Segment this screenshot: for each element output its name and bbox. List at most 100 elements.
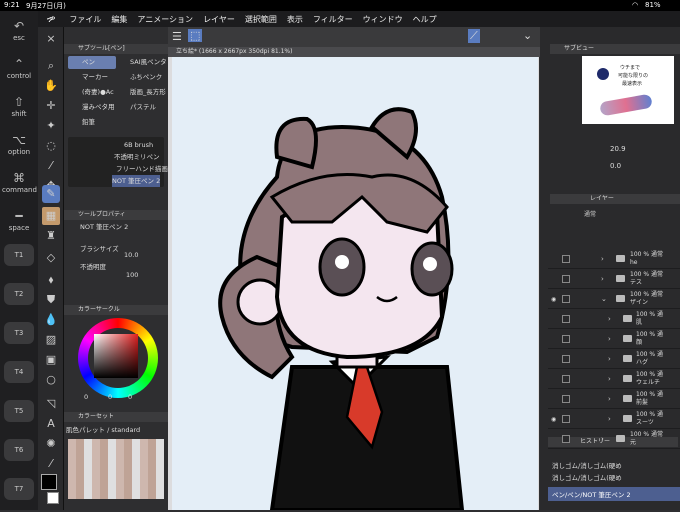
chevron-right-icon[interactable]: › <box>608 315 611 323</box>
command-key[interactable]: ⌘ command <box>2 171 37 194</box>
shift-key[interactable]: ⇧ shift <box>2 95 36 118</box>
hand-icon[interactable]: ✋ <box>42 77 60 95</box>
chevron-right-icon[interactable]: › <box>608 355 611 363</box>
layer-row[interactable]: › 100 % 通肌 <box>548 310 680 329</box>
snap-icon[interactable]: ⟋ <box>468 29 480 43</box>
layer-row[interactable]: › 100 % 通ハグ <box>548 350 680 369</box>
app-logo-icon[interactable]: ዏ <box>47 14 55 25</box>
menu-animation[interactable]: アニメーション <box>137 14 193 25</box>
space-key[interactable]: ━ space <box>2 209 36 232</box>
document-tab[interactable]: 立ち絵* (1666 x 2667px 350dpi 81.1%) <box>168 47 540 57</box>
chevron-right-icon[interactable]: › <box>601 275 604 283</box>
drop-icon[interactable]: 💧 <box>42 311 60 329</box>
t3-button[interactable]: T3 <box>4 322 34 344</box>
subtool-item[interactable]: SAI風ペンタ <box>116 56 167 68</box>
subtool-item[interactable]: ふちペンク <box>116 71 162 83</box>
menu-window[interactable]: ウィンドウ <box>363 14 403 25</box>
layer-row[interactable]: › 100 % 通顔 <box>548 330 680 349</box>
t6-button[interactable]: T6 <box>4 439 34 461</box>
chevron-right-icon[interactable]: › <box>601 255 604 263</box>
nav-angle-value[interactable]: 0.0 <box>610 162 621 170</box>
layer-row[interactable]: › 100 % 通前髪 <box>548 390 680 409</box>
menu-edit[interactable]: 編集 <box>111 14 127 25</box>
t4-button[interactable]: T4 <box>4 361 34 383</box>
subtool-item[interactable]: (奇妻)●Ac <box>68 86 114 98</box>
pen-tool-icon[interactable]: ✎ <box>42 185 60 203</box>
eyedropper-icon[interactable]: ⁄ <box>42 157 60 175</box>
chevron-down-icon[interactable]: ⌄ <box>601 295 607 303</box>
layer-row[interactable]: › 100 % 通常元 <box>548 430 680 449</box>
gradient-icon[interactable]: ▨ <box>42 331 60 349</box>
eraser-icon[interactable]: ◇ <box>42 249 60 267</box>
subtool-item[interactable]: マーカー <box>68 71 108 83</box>
text-icon[interactable]: A <box>42 415 60 433</box>
chevron-right-icon[interactable]: › <box>601 435 604 443</box>
menu-view[interactable]: 表示 <box>287 14 303 25</box>
layer-row[interactable]: › 100 % 通常 he <box>548 250 680 269</box>
colorset-name[interactable]: 肌色パレット / standard <box>64 424 140 436</box>
subtool-item[interactable]: パステル <box>116 101 156 113</box>
chevron-down-icon[interactable]: ⌄ <box>523 29 532 42</box>
brush-thumb-icon[interactable]: ▦ <box>42 207 60 225</box>
saturation-square[interactable] <box>94 334 138 378</box>
main-color-swatch[interactable] <box>41 474 57 490</box>
wand-icon[interactable]: ✦ <box>42 117 60 135</box>
select-icon[interactable]: ⬚ <box>188 29 203 42</box>
subtool-item[interactable]: 版画_長方形 <box>116 86 166 98</box>
subtool-item[interactable]: ペン <box>68 56 95 68</box>
history-item[interactable]: 消しゴム/消しゴム(硬め <box>552 460 622 470</box>
command-icon: ⌘ <box>13 171 25 185</box>
menu-filter[interactable]: フィルター <box>313 14 353 25</box>
sub-color-swatch[interactable] <box>47 492 59 504</box>
fill-icon[interactable]: ⛊ <box>42 291 60 309</box>
t5-button[interactable]: T5 <box>4 400 34 422</box>
subtool-item[interactable]: 漫みペタ用 <box>68 101 115 113</box>
option-key[interactable]: ⌥ option <box>2 133 36 156</box>
lasso-icon[interactable]: ◌ <box>42 137 60 155</box>
colorset-swatches[interactable] <box>68 439 164 499</box>
menu-layer[interactable]: レイヤー <box>203 14 235 25</box>
ellipse-icon[interactable]: ○ <box>42 371 60 389</box>
chevron-right-icon[interactable]: › <box>608 375 611 383</box>
menu-file[interactable]: ファイル <box>69 14 101 25</box>
eye-icon[interactable]: ◉ <box>551 296 557 303</box>
close-icon[interactable]: × <box>42 30 60 48</box>
layer-row[interactable]: › 100 % 通常 テス <box>548 270 680 289</box>
subview-image[interactable]: ウチまで 可能な限りの 最速表示 <box>582 56 674 124</box>
chevron-right-icon[interactable]: › <box>608 395 611 403</box>
chevron-right-icon[interactable]: › <box>608 335 611 343</box>
layer-row[interactable]: ◉ ⌄ 100 % 通常 ザイン <box>548 290 680 309</box>
menu-selection[interactable]: 選択範囲 <box>245 14 277 25</box>
frame-icon[interactable]: ◹ <box>42 395 60 413</box>
nav-zoom-value[interactable]: 20.9 <box>610 145 626 153</box>
opacity-value[interactable]: 100 <box>126 269 138 281</box>
history-item[interactable]: 消しゴム/消しゴム(硬め <box>552 472 622 482</box>
document-canvas[interactable] <box>172 57 538 512</box>
balloon-icon[interactable]: ✺ <box>42 435 60 453</box>
t7-button[interactable]: T7 <box>4 478 34 500</box>
blend-icon[interactable]: ⬧ <box>42 271 60 289</box>
move-icon[interactable]: ✛ <box>42 97 60 115</box>
eye-icon[interactable]: ◉ <box>551 416 557 423</box>
zoom-icon[interactable]: ⌕ <box>42 57 60 75</box>
brush-item-selected[interactable]: NOT 筆圧ペン 2 <box>112 175 161 187</box>
brush-item[interactable]: フリーハンド描画 <box>116 163 168 175</box>
brush-item[interactable]: 不透明ミリペン <box>114 151 160 163</box>
subtool-item[interactable]: 鉛筆 <box>68 116 95 128</box>
control-key[interactable]: ⌃ control <box>2 57 36 80</box>
shape-icon[interactable]: ▣ <box>42 351 60 369</box>
airbrush-icon[interactable]: ♜ <box>42 227 60 245</box>
layer-row[interactable]: ◉ › 100 % 通スーツ <box>548 410 680 429</box>
brush-item[interactable]: 6B brush <box>124 139 153 151</box>
brush-size-value[interactable]: 10.0 <box>124 249 138 261</box>
menu-icon[interactable]: ☰ <box>172 30 182 43</box>
t1-button[interactable]: T1 <box>4 244 34 266</box>
esc-key[interactable]: ↶ esc <box>2 19 36 42</box>
blend-mode-select[interactable]: 通常 <box>584 209 596 218</box>
history-item-current[interactable]: ペン/ペン/NOT 筆圧ペン 2 <box>552 489 631 499</box>
ruler-icon[interactable]: ⁄ <box>42 455 60 473</box>
t2-button[interactable]: T2 <box>4 283 34 305</box>
chevron-right-icon[interactable]: › <box>608 415 611 423</box>
menu-help[interactable]: ヘルプ <box>413 14 437 25</box>
layer-row[interactable]: › 100 % 通ウェルチ <box>548 370 680 389</box>
